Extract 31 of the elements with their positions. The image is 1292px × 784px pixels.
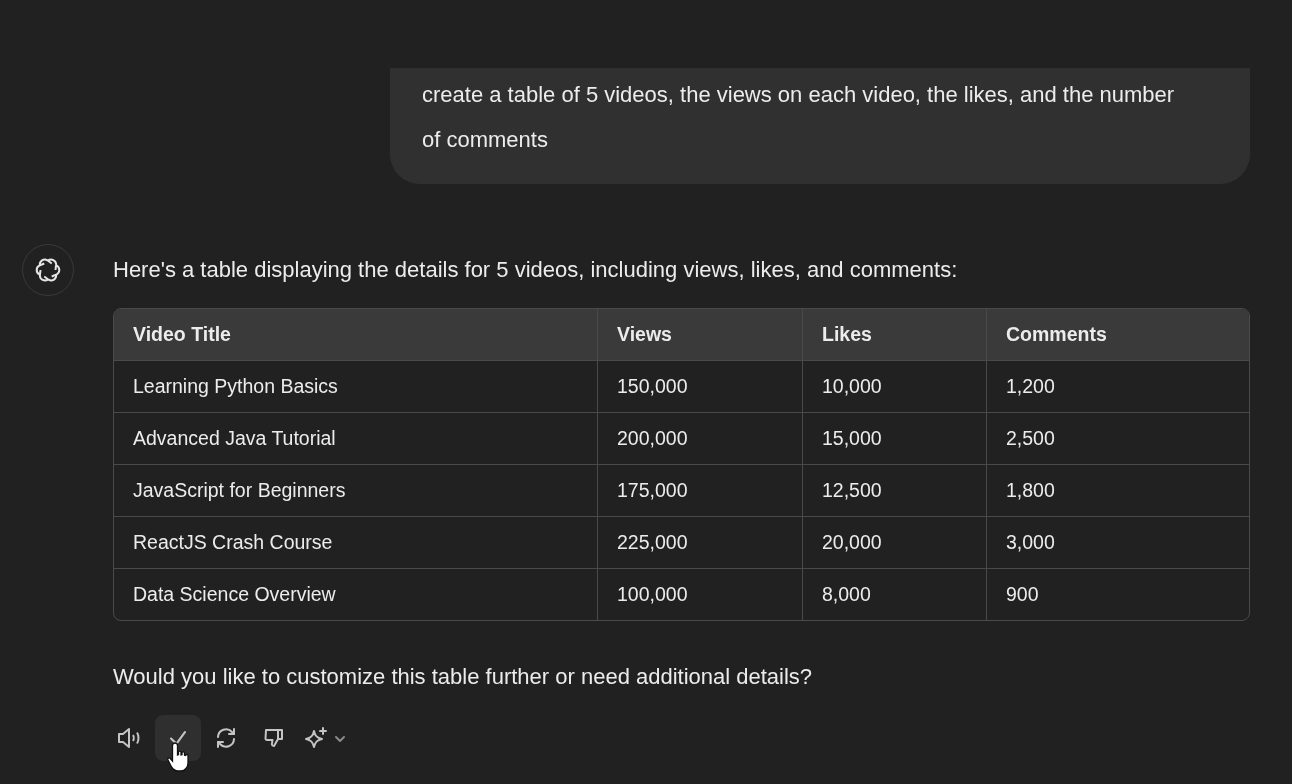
assistant-message-text: Here's a table displaying the details for 5 videos, including views, likes, and comments: [113, 256, 959, 284]
table-cell: 20,000 [803, 516, 987, 568]
column-header: Likes [803, 309, 987, 360]
table-cell: 1,200 [987, 360, 1249, 412]
follow-up-text: Would you like to customize this table further or need additional details? [113, 663, 814, 691]
table-cell: Learning Python Basics [114, 360, 598, 412]
table-cell: 150,000 [598, 360, 803, 412]
user-message-text: create a table of 5 videos, the views on each video, the likes, and the number of comments [422, 81, 1176, 154]
table-cell: 1,800 [987, 464, 1249, 516]
refresh-icon [214, 726, 238, 750]
table-cell: 8,000 [803, 568, 987, 620]
thumbs-down-icon [262, 726, 286, 750]
table-cell: 3,000 [987, 516, 1249, 568]
check-button[interactable] [155, 715, 201, 761]
column-header: Comments [987, 309, 1249, 360]
table-cell: 2,500 [987, 412, 1249, 464]
table-cell: 15,000 [803, 412, 987, 464]
column-header: Video Title [114, 309, 598, 360]
table-cell: ReactJS Crash Course [114, 516, 598, 568]
table-cell: 200,000 [598, 412, 803, 464]
table-cell: 225,000 [598, 516, 803, 568]
table-cell: 10,000 [803, 360, 987, 412]
table-cell: 175,000 [598, 464, 803, 516]
table-cell: 100,000 [598, 568, 803, 620]
table-cell: 900 [987, 568, 1249, 620]
table-cell: Advanced Java Tutorial [114, 412, 598, 464]
column-header: Views [598, 309, 803, 360]
table-cell: Data Science Overview [114, 568, 598, 620]
table-cell: JavaScript for Beginners [114, 464, 598, 516]
table-cell: 12,500 [803, 464, 987, 516]
check-icon [170, 731, 186, 745]
